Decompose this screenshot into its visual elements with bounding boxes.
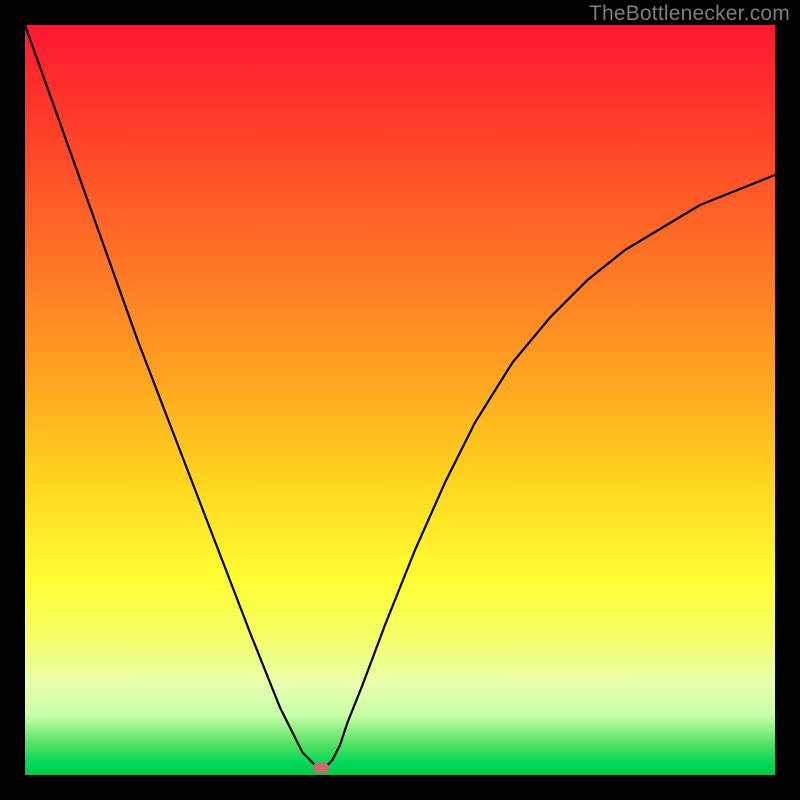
bottleneck-curve	[25, 25, 775, 775]
chart-frame: TheBottlenecker.com	[0, 0, 800, 800]
optimal-point-marker	[313, 762, 329, 773]
watermark-text: TheBottlenecker.com	[589, 2, 790, 26]
plot-area	[25, 25, 775, 775]
